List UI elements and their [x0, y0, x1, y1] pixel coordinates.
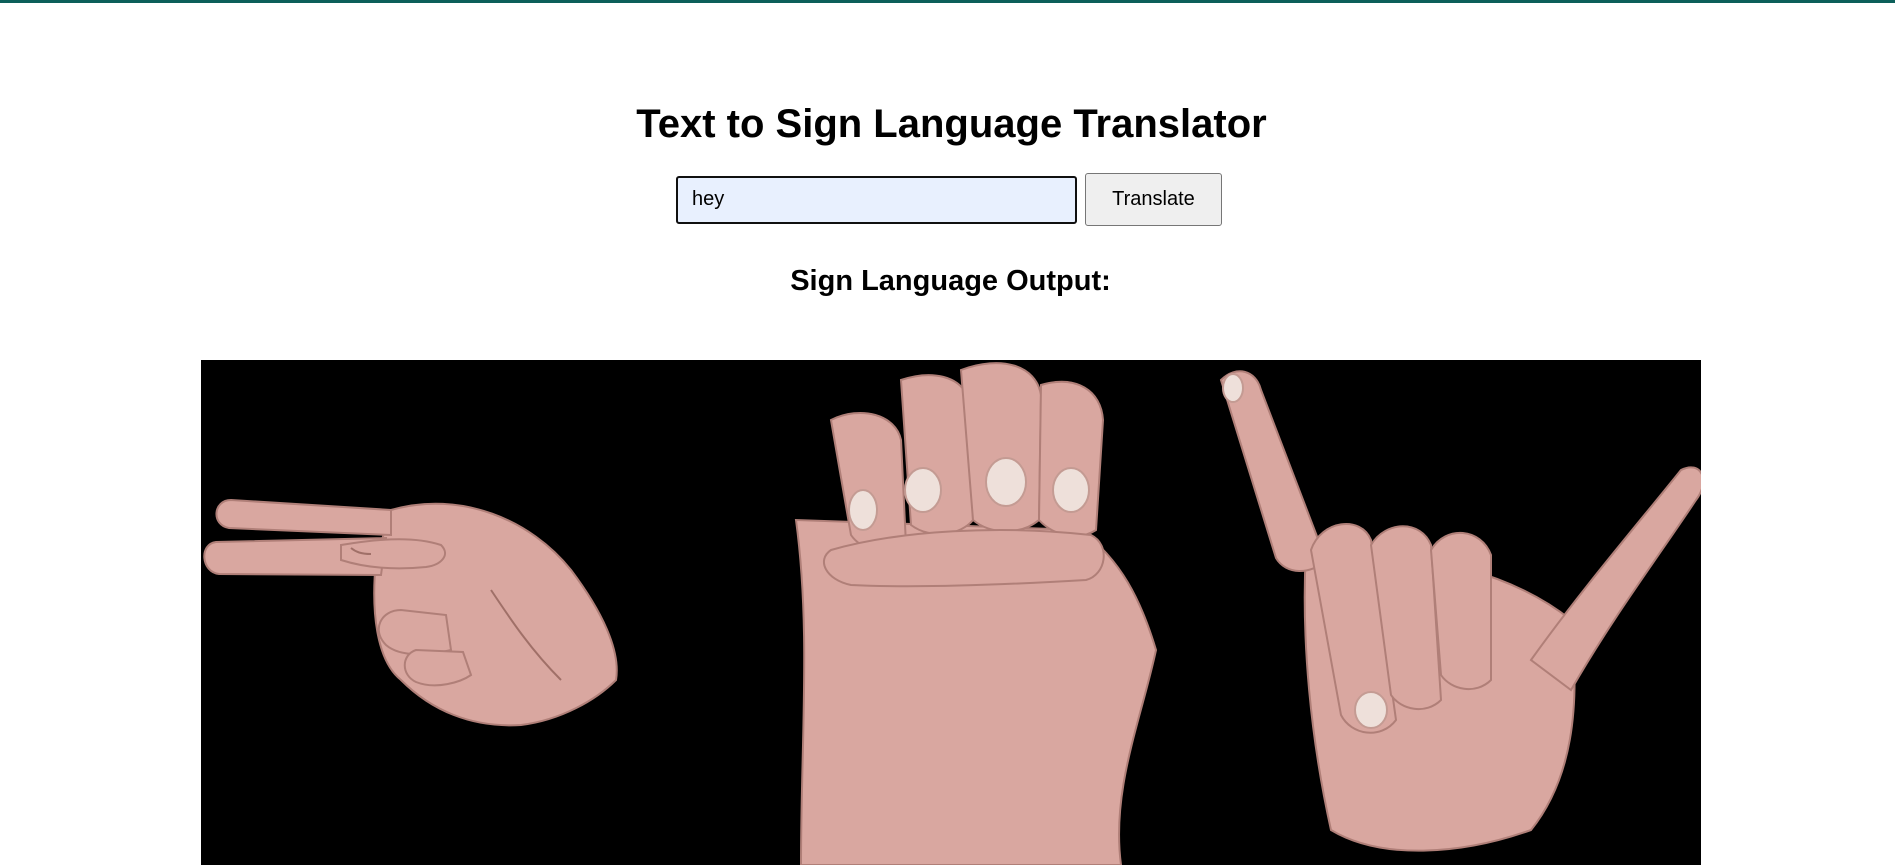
sign-image-y: [1201, 360, 1701, 865]
sign-output-strip: [201, 360, 1701, 865]
page-title: Text to Sign Language Translator: [636, 102, 1267, 146]
translator-page: Text to Sign Language Translator Transla…: [0, 0, 1895, 865]
sign-image-h: [201, 360, 701, 865]
hand-sign-h-icon: [203, 498, 618, 727]
sign-image-e: [701, 360, 1201, 865]
output-heading: Sign Language Output:: [790, 265, 1111, 297]
translate-form: Translate: [676, 173, 1222, 226]
hand-sign-y-icon: [1219, 370, 1701, 852]
text-input[interactable]: [676, 175, 1077, 224]
hand-sign-e-icon: [794, 362, 1158, 865]
translate-button[interactable]: Translate: [1085, 173, 1222, 226]
